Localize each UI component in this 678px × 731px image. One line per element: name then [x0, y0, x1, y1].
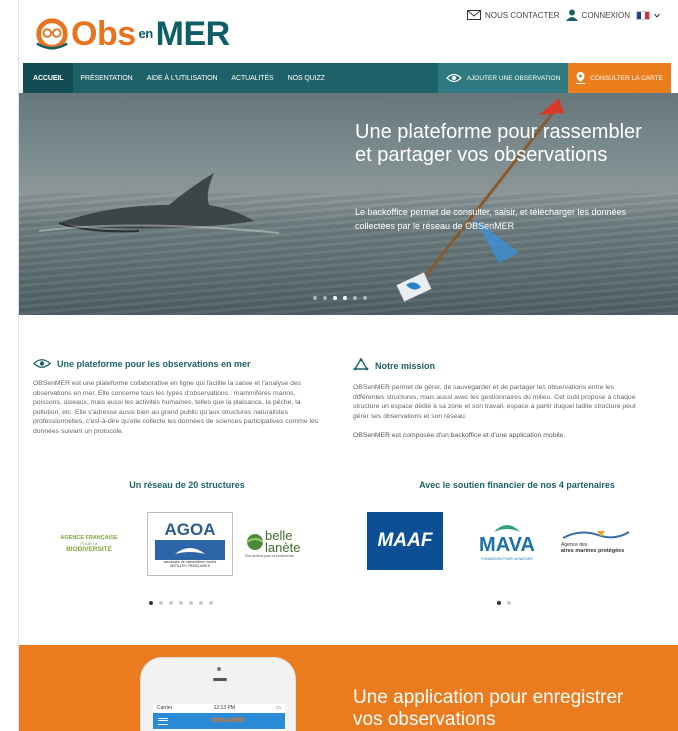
logo-aires-marines[interactable]: Agence des aires marines protégées	[561, 512, 649, 570]
slide-dot-active[interactable]	[333, 296, 337, 300]
phone-screen: Carrier 12:13 PM ▭ OBSenMER	[153, 704, 285, 731]
phone-app-bar: OBSenMER	[153, 713, 285, 729]
hero-slider: Une plateforme pour rassembler et partag…	[19, 93, 678, 315]
logo-cybelle-planete[interactable]: belle lanète Des actions pour la biodive…	[245, 514, 331, 574]
eye-icon	[445, 73, 462, 83]
recycle-icon	[353, 358, 369, 371]
contact-link[interactable]: NOUS CONTACTER	[467, 10, 560, 20]
mission-section: Notre mission OBSenMER permet de gérer, …	[353, 358, 645, 441]
page-frame: Obs en MER NOUS CONTACTER CONNEXION ACCU…	[18, 0, 678, 731]
nav-item-actualites[interactable]: ACTUALITÉS	[224, 63, 280, 93]
chevron-down-icon	[654, 13, 660, 18]
carousel-dot[interactable]	[169, 601, 173, 605]
nav-item-accueil[interactable]: ACCUEIL	[23, 63, 74, 93]
network-title: Un réseau de 20 structures	[129, 480, 245, 490]
logo-afb[interactable]: AGENCE FRANÇAISE POUR LA BIODIVERSITÉ	[47, 514, 131, 574]
slide-dot[interactable]	[323, 296, 327, 300]
app-section: Carrier 12:13 PM ▭ OBSenMER Une applicat…	[19, 645, 678, 731]
logo-wordmark: Obs en MER	[71, 14, 230, 53]
carousel-dot-active[interactable]	[149, 601, 153, 605]
partners-title: Avec le soutien financier de nos 4 parte…	[419, 480, 615, 490]
view-map-button[interactable]: CONSULTER LA CARTE	[568, 63, 671, 93]
planet-icon	[246, 534, 264, 550]
app-section-title: Une application pour enregistrer vos obs…	[353, 687, 624, 730]
network-dots	[149, 601, 213, 605]
nav-item-presentation[interactable]: PRÉSENTATION	[73, 63, 139, 93]
phone-speaker	[213, 678, 227, 681]
phone-status-bar: Carrier 12:13 PM ▭	[157, 705, 281, 711]
slide-dot[interactable]	[353, 296, 357, 300]
platform-section: Une plateforme pour les observations en …	[33, 358, 325, 437]
user-icon	[565, 9, 578, 21]
hero-title: Une plateforme pour rassembler et partag…	[355, 121, 642, 166]
slide-dot[interactable]	[313, 296, 317, 300]
envelope-icon	[467, 10, 482, 20]
carousel-dot[interactable]	[179, 601, 183, 605]
battery-icon: ▭	[276, 705, 281, 711]
carousel-dot[interactable]	[507, 601, 511, 605]
add-observation-button[interactable]: AJOUTER UNE OBSERVATION	[437, 63, 569, 93]
carousel-dot-active[interactable]	[497, 601, 501, 605]
site-logo[interactable]: Obs en MER	[33, 12, 230, 56]
carousel-dot[interactable]	[159, 601, 163, 605]
hero-text: Le backoffice permet de consulter, saisi…	[355, 207, 626, 231]
platform-heading: Une plateforme pour les observations en …	[33, 358, 325, 369]
nav-item-aide[interactable]: AIDE À L'UTILISATION	[140, 63, 225, 93]
platform-text: OBSenMER est une plateforme collaborativ…	[33, 380, 319, 435]
french-flag-icon	[636, 10, 650, 20]
network-logos: AGENCE FRANÇAISE POUR LA BIODIVERSITÉ AG…	[47, 512, 331, 576]
mission-text: OBSenMER permet de gérer, de sauvegarder…	[353, 384, 636, 420]
hamburger-menu-icon[interactable]	[158, 717, 168, 725]
carousel-dot[interactable]	[209, 601, 213, 605]
wave-icon	[562, 531, 630, 539]
logo-mask-icon	[36, 18, 68, 50]
main-nav: ACCUEIL PRÉSENTATION AIDE À L'UTILISATIO…	[23, 63, 671, 93]
login-link[interactable]: CONNEXION	[565, 9, 630, 21]
phone-mockup: Carrier 12:13 PM ▭ OBSenMER	[140, 657, 296, 731]
mission-text-2: OBSenMER est composée d'un backoffice et…	[353, 432, 566, 440]
partners-logos: MAAF MAVA FONDATION POUR LA NATURE Agenc…	[367, 512, 649, 570]
map-pin-icon	[576, 72, 586, 84]
nav-item-quizz[interactable]: NOS QUIZZ	[281, 63, 332, 93]
logo-agoa[interactable]: AGOA sanctuaire de mammifères marins ANT…	[147, 512, 233, 576]
leaf-icon	[494, 524, 520, 532]
mission-heading: Notre mission	[353, 358, 645, 373]
logo-mava[interactable]: MAVA FONDATION POUR LA NATURE	[465, 512, 549, 570]
phone-camera	[217, 667, 221, 671]
top-links: NOUS CONTACTER CONNEXION	[467, 9, 660, 21]
eye-icon	[33, 359, 51, 368]
slide-dot[interactable]	[363, 296, 367, 300]
partners-dots	[497, 601, 511, 605]
hero-slide-dots	[313, 296, 367, 300]
whale-tail-icon	[155, 540, 225, 560]
carousel-dot[interactable]	[199, 601, 203, 605]
language-selector[interactable]	[636, 10, 660, 20]
carousel-dot[interactable]	[189, 601, 193, 605]
slide-dot[interactable]	[343, 296, 347, 300]
logo-maaf[interactable]: MAAF	[367, 512, 443, 570]
